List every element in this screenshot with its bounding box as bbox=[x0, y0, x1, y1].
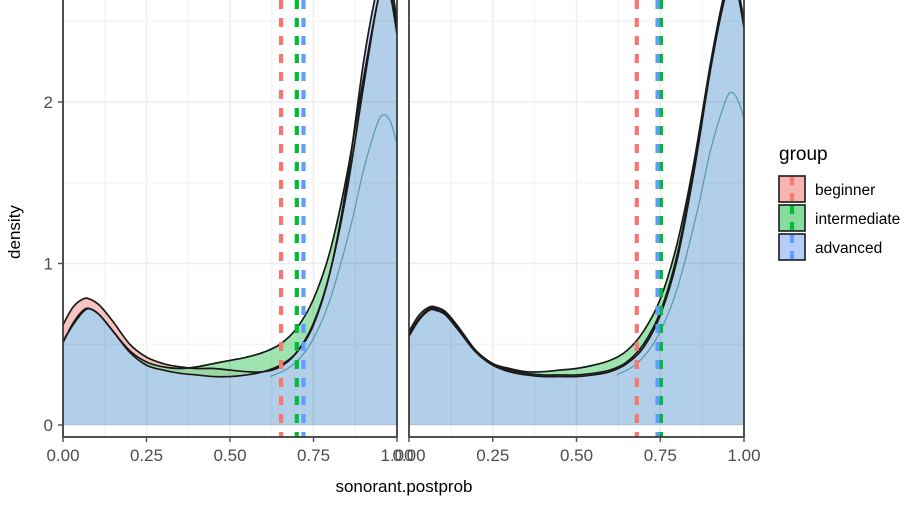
panel-right bbox=[409, 0, 744, 437]
x-tick-label: 0.00 bbox=[46, 446, 79, 465]
panel-left bbox=[63, 0, 397, 437]
x-tick-label: 0.75 bbox=[297, 446, 330, 465]
y-tick-label: 1 bbox=[44, 255, 53, 274]
x-tick-label: 0.50 bbox=[560, 446, 593, 465]
y-tick-label: 0 bbox=[44, 416, 53, 435]
legend-label-beginner: beginner bbox=[815, 182, 875, 199]
y-tick-label: 2 bbox=[44, 93, 53, 112]
legend-label-advanced: advanced bbox=[815, 240, 882, 257]
x-tick-label: 0.75 bbox=[644, 446, 677, 465]
legend-item-beginner[interactable]: beginner bbox=[778, 175, 875, 203]
legend-title: group bbox=[779, 144, 828, 165]
x-axis-title: sonorant.postprob bbox=[335, 477, 472, 496]
y-axis-title: density bbox=[5, 205, 24, 259]
chart-root: 0.00 0.25 0.50 0.75 1.00 0.00 0.25 0.50 0.75 1.00… bbox=[0, 0, 918, 517]
x-tick-label: 1.00 bbox=[727, 446, 760, 465]
x-tick-label: 0.00 bbox=[392, 446, 425, 465]
legend-item-advanced[interactable]: advanced bbox=[778, 233, 882, 261]
legend-item-intermediate[interactable]: intermediate bbox=[778, 204, 900, 232]
x-tick-label: 0.50 bbox=[213, 446, 246, 465]
legend-label-intermediate: intermediate bbox=[815, 211, 900, 228]
x-tick-label: 0.25 bbox=[130, 446, 163, 465]
density-plot-figure: 0.00 0.25 0.50 0.75 1.000.00 0.25 0.50 0.75 1.00… bbox=[5, 0, 900, 496]
x-tick-label: 0.25 bbox=[476, 446, 509, 465]
